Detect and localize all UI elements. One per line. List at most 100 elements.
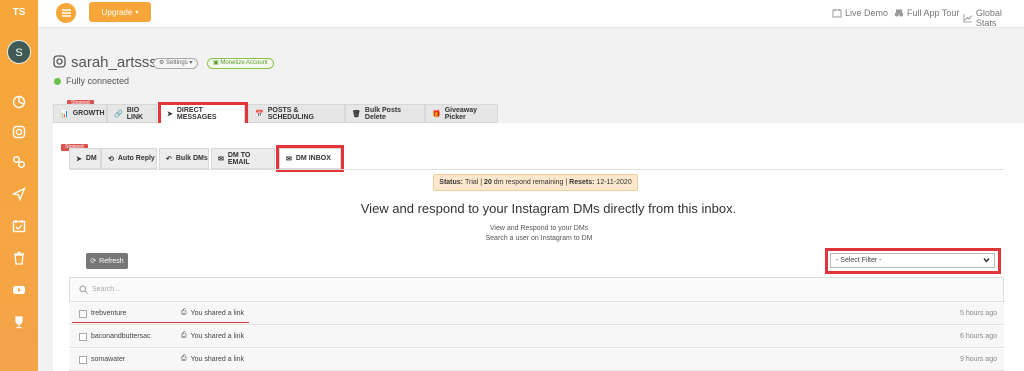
trash-icon[interactable] — [9, 248, 29, 268]
list-item[interactable]: somawater ⎙ You shared a link 9 hours ago — [69, 349, 1004, 371]
tab-bulk-posts-delete[interactable]: 🗑 Bulk Posts Delete — [345, 104, 425, 123]
bar-chart-icon: 📊 — [60, 110, 69, 118]
row-checkbox[interactable] — [79, 310, 87, 318]
highlight-underline — [72, 322, 249, 323]
link-icon: 🔗 — [114, 110, 123, 118]
calendar-icon: 📅 — [255, 110, 264, 118]
profile-username: sarah_artsss — [71, 54, 157, 71]
row-message-text: You shared a link — [190, 355, 245, 363]
link-share-icon: ⎙ — [181, 309, 187, 316]
divider — [69, 169, 1004, 170]
search-icon — [79, 285, 88, 294]
refresh-icon: ⟳ — [90, 258, 97, 265]
remaining-text: dm respond remaining — [493, 179, 564, 186]
resets-date: 12-11-2020 — [596, 179, 632, 186]
resets-label: Resets: — [569, 179, 595, 186]
row-time: 5 hours ago — [960, 310, 997, 317]
gift-icon: 🎁 — [432, 110, 441, 118]
row-checkbox[interactable] — [79, 356, 87, 364]
binoculars-icon — [894, 9, 904, 17]
row-time: 9 hours ago — [960, 356, 997, 363]
tab-giveaway-picker[interactable]: 🎁 Giveaway Picker — [425, 104, 498, 123]
instagram-icon — [53, 55, 66, 68]
tab-bio-link[interactable]: 🔗 BIO LINK — [107, 104, 157, 123]
upgrade-button[interactable]: Upgrade ▾ — [89, 2, 151, 22]
youtube-icon[interactable] — [9, 280, 29, 300]
settings-button[interactable]: ⚙ Settings ▾ — [153, 58, 199, 69]
global-stats-link[interactable]: Global Stats — [963, 8, 1024, 28]
search-input[interactable]: Search... — [69, 277, 1004, 302]
tab-label: Giveaway Picker — [444, 106, 478, 121]
status-label: Status: — [439, 179, 464, 186]
link-share-icon: ⎙ — [181, 355, 187, 362]
row-time: 6 hours ago — [960, 333, 997, 340]
subtab-auto-reply[interactable]: ⟲ Auto Reply — [101, 148, 157, 169]
global-stats-label: Global Stats — [975, 8, 1002, 28]
tab-growth[interactable]: 📊 GROWTH — [53, 104, 107, 123]
status-banner: Status: Trial | 20 dm respond remaining … — [433, 174, 638, 191]
chart-icon — [963, 14, 973, 23]
subtab-bulk-dms[interactable]: ↶ Bulk DMs — [159, 148, 209, 169]
monetize-account-button[interactable]: ▣ Monetize Account — [207, 58, 274, 69]
hamburger-icon — [61, 9, 71, 17]
row-username[interactable]: somawater — [91, 356, 125, 363]
subtab-label: Bulk DMs — [175, 155, 208, 162]
dashboard-icon[interactable] — [9, 92, 29, 112]
top-bar: Upgrade ▾ Live Demo Full App Tour Global… — [38, 0, 1024, 28]
reply-icon: ↶ — [166, 155, 172, 163]
subtab-dm-to-email[interactable]: ✉ DM TO EMAIL — [211, 148, 275, 169]
search-placeholder: Search... — [92, 286, 121, 293]
row-message: ⎙ You shared a link — [181, 355, 244, 363]
tab-label: Bulk Posts Delete — [364, 106, 402, 121]
refresh-button[interactable]: ⟳ Refresh — [86, 253, 128, 269]
send-icon: ➤ — [76, 155, 82, 163]
trash-icon: 🗑 — [352, 110, 361, 118]
caret-down-icon: ▾ — [135, 9, 139, 16]
subtab-label: Auto Reply — [117, 155, 155, 162]
row-checkbox[interactable] — [79, 333, 87, 341]
inbox-heading: View and respond to your Instagram DMs d… — [360, 201, 737, 216]
tab-label: POSTS & SCHEDULING — [267, 106, 314, 121]
sidebar: TS S — [0, 0, 38, 371]
live-demo-link[interactable]: Live Demo — [832, 8, 888, 18]
row-message-text: You shared a link — [190, 309, 245, 317]
row-username[interactable]: trebventure — [91, 310, 126, 317]
trophy-icon[interactable] — [9, 312, 29, 332]
row-message-text: You shared a link — [190, 332, 245, 340]
list-item[interactable]: baconandbuttersac ⎙ You shared a link 6 h… — [69, 326, 1004, 348]
instagram-icon[interactable] — [9, 122, 29, 142]
calendar-icon — [832, 9, 842, 18]
settings-label: Settings — [166, 60, 188, 66]
refresh-icon: ⟲ — [108, 155, 114, 163]
app-logo[interactable]: TS — [0, 0, 38, 26]
live-demo-label: Live Demo — [845, 8, 889, 18]
full-app-tour-label: Full App Tour — [907, 8, 960, 18]
link-icon[interactable] — [9, 152, 29, 172]
row-username[interactable]: baconandbuttersac — [91, 333, 151, 340]
connection-status: Fully connected — [66, 76, 130, 86]
inbox-subline-2: Search a user on Instagram to DM — [485, 235, 593, 242]
subtab-dm[interactable]: ➤ DM — [69, 148, 101, 169]
calendar-icon[interactable] — [9, 216, 29, 236]
inbox-subline-1: View and Respond to your DMs — [489, 225, 589, 232]
row-message: ⎙ You shared a link — [181, 309, 244, 317]
row-message: ⎙ You shared a link — [181, 332, 244, 340]
monetize-label: Monetize Account — [220, 60, 268, 66]
highlight-box-filter — [825, 248, 1001, 274]
subtab-label: DM — [85, 155, 97, 162]
tab-posts-scheduling[interactable]: 📅 POSTS & SCHEDULING — [248, 104, 345, 123]
subtab-label: DM TO EMAIL — [227, 151, 251, 166]
remaining-count: 20 — [484, 179, 492, 186]
status-value: Trial — [464, 179, 479, 186]
upgrade-label: Upgrade — [101, 7, 133, 17]
tab-label: BIO LINK — [126, 106, 144, 121]
menu-button[interactable] — [56, 3, 76, 23]
highlight-box-dm-inbox — [276, 145, 344, 172]
link-share-icon: ⎙ — [181, 332, 187, 339]
full-app-tour-link[interactable]: Full App Tour — [894, 8, 959, 18]
refresh-label: Refresh — [99, 257, 124, 265]
avatar[interactable]: S — [7, 40, 31, 64]
connection-status-dot — [54, 78, 61, 85]
email-icon: ✉ — [218, 155, 224, 163]
send-icon[interactable] — [9, 184, 29, 204]
